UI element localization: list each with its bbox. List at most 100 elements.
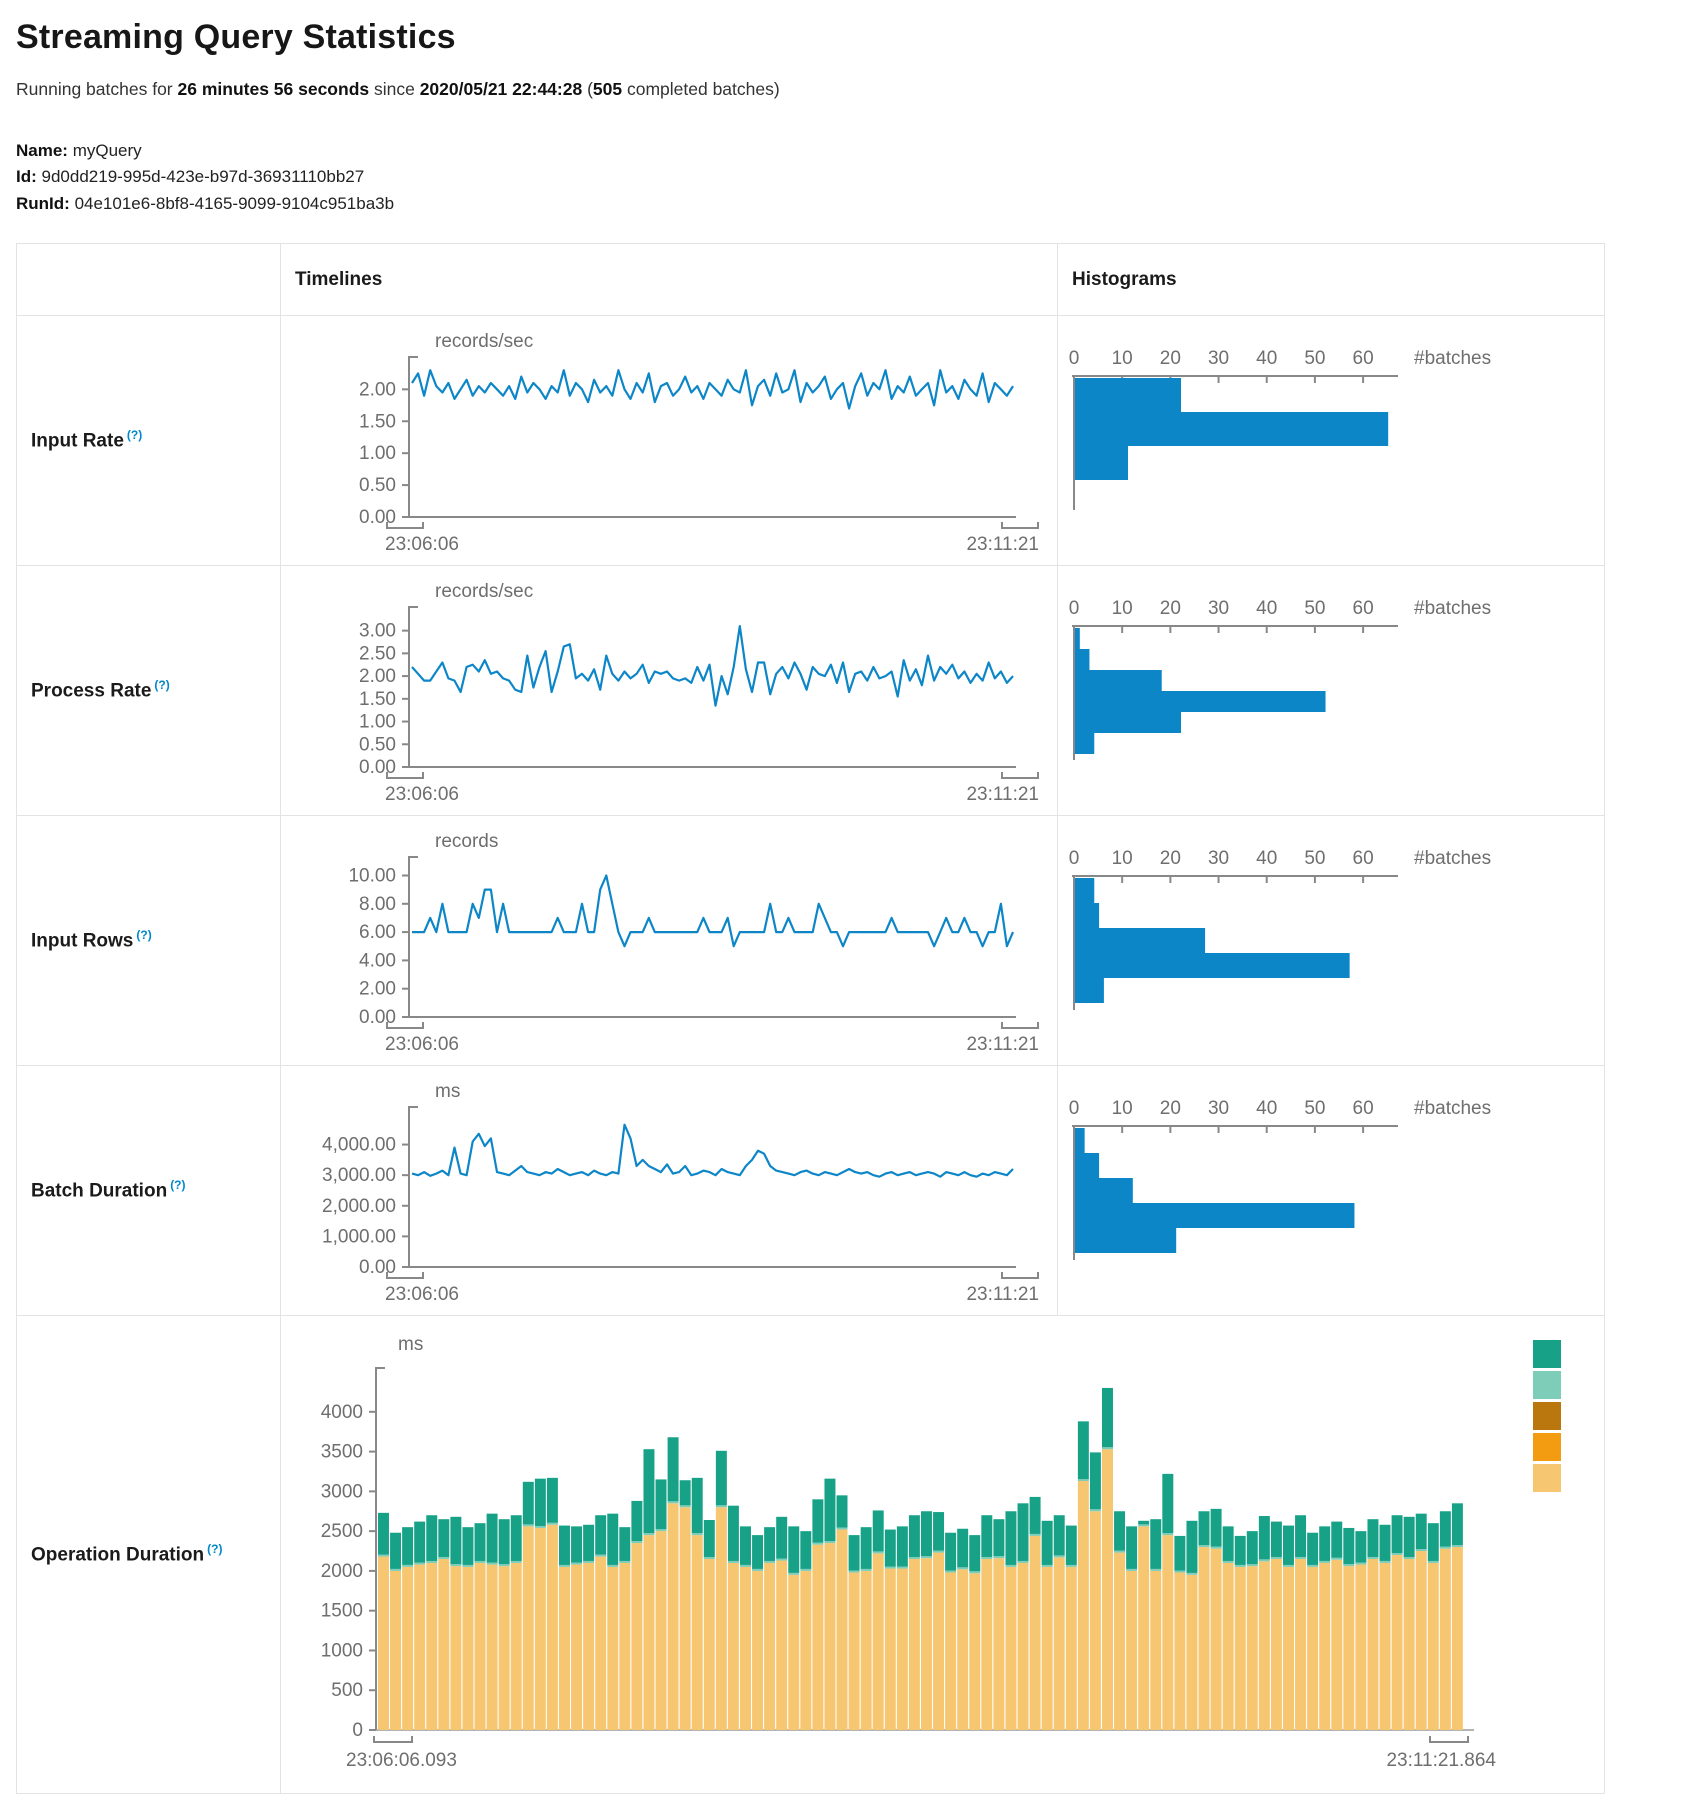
histogram-cell: 0102030405060#batches — [1058, 1066, 1605, 1316]
svg-text:ms: ms — [398, 1334, 423, 1355]
svg-text:20: 20 — [1160, 598, 1181, 619]
svg-text:0.00: 0.00 — [359, 507, 396, 528]
metric-label: Process Rate — [31, 681, 151, 702]
light-teal-swatch — [1533, 1371, 1561, 1399]
svg-text:23:06:06: 23:06:06 — [385, 784, 459, 805]
operation-label: Operation Duration — [31, 1545, 204, 1566]
timelines-header: Timelines — [281, 244, 1058, 316]
page-title: Streaming Query Statistics — [16, 18, 1693, 57]
svg-text:10.00: 10.00 — [348, 865, 396, 886]
svg-text:#batches: #batches — [1414, 1098, 1491, 1119]
svg-text:0.00: 0.00 — [359, 1257, 396, 1278]
timeline-chart: ms4,000.003,000.002,000.001,000.000.0023… — [281, 1071, 1041, 1311]
svg-text:1,000.00: 1,000.00 — [322, 1226, 396, 1247]
svg-text:#batches: #batches — [1414, 348, 1491, 369]
svg-text:500: 500 — [331, 1680, 363, 1701]
timeline-cell: records10.008.006.004.002.000.0023:06:06… — [281, 816, 1058, 1066]
running-prefix: Running batches for — [16, 79, 178, 99]
svg-text:0.50: 0.50 — [359, 734, 396, 755]
svg-text:23:11:21: 23:11:21 — [966, 784, 1039, 805]
metric-row-process-rate: Process Rate(?) records/sec3.002.502.001… — [17, 566, 1605, 816]
teal-swatch — [1533, 1340, 1561, 1368]
svg-text:8.00: 8.00 — [359, 893, 396, 914]
svg-text:#batches: #batches — [1414, 848, 1491, 869]
svg-text:2,000.00: 2,000.00 — [322, 1195, 396, 1216]
svg-text:0: 0 — [1069, 598, 1080, 619]
svg-text:30: 30 — [1208, 848, 1229, 869]
svg-text:60: 60 — [1353, 1098, 1374, 1119]
svg-text:10: 10 — [1112, 1098, 1133, 1119]
query-name-label: Name: — [16, 141, 68, 160]
svg-text:2.50: 2.50 — [359, 643, 396, 664]
svg-text:40: 40 — [1256, 1098, 1277, 1119]
svg-text:records/sec: records/sec — [435, 581, 533, 602]
svg-text:40: 40 — [1256, 348, 1277, 369]
svg-text:3500: 3500 — [321, 1441, 363, 1462]
svg-text:60: 60 — [1353, 848, 1374, 869]
svg-text:0.00: 0.00 — [359, 1007, 396, 1028]
tan-swatch — [1533, 1464, 1561, 1492]
svg-text:1.00: 1.00 — [359, 711, 396, 732]
operation-duration-row: Operation Duration(?) ms 4000 3500 3000 2500… — [17, 1316, 1605, 1794]
header-blank-cell — [17, 244, 281, 316]
help-tooltip-icon[interactable]: (?) — [136, 928, 151, 942]
svg-text:3.00: 3.00 — [359, 620, 396, 641]
metric-label-cell: Input Rate(?) — [17, 316, 281, 566]
histogram-chart: 0102030405060#batches — [1058, 836, 1598, 1046]
orange-swatch — [1533, 1433, 1561, 1461]
running-batches-line: Running batches for 26 minutes 56 second… — [16, 79, 1693, 100]
histogram-chart: 0102030405060#batches — [1058, 586, 1598, 796]
svg-text:23:06:06: 23:06:06 — [385, 1034, 459, 1055]
svg-text:23:06:06.093: 23:06:06.093 — [346, 1750, 457, 1771]
svg-text:1.50: 1.50 — [359, 411, 396, 432]
svg-text:records/sec: records/sec — [435, 331, 533, 352]
svg-text:1000: 1000 — [321, 1640, 363, 1661]
svg-text:0.50: 0.50 — [359, 475, 396, 496]
help-tooltip-icon[interactable]: (?) — [127, 428, 142, 442]
svg-text:1.50: 1.50 — [359, 688, 396, 709]
svg-text:23:06:06: 23:06:06 — [385, 534, 459, 555]
svg-text:1500: 1500 — [321, 1600, 363, 1621]
svg-text:50: 50 — [1304, 848, 1325, 869]
svg-text:20: 20 — [1160, 348, 1181, 369]
timeline-chart: records/sec2.001.501.000.500.0023:06:062… — [281, 321, 1041, 561]
metric-row-input-rows: Input Rows(?) records10.008.006.004.002.… — [17, 816, 1605, 1066]
metric-row-input-rate: Input Rate(?) records/sec2.001.501.000.5… — [17, 316, 1605, 566]
svg-text:records: records — [435, 831, 498, 852]
svg-text:0: 0 — [1069, 848, 1080, 869]
help-tooltip-icon[interactable]: (?) — [207, 1542, 222, 1556]
query-name-value: myQuery — [73, 141, 142, 160]
svg-text:30: 30 — [1208, 348, 1229, 369]
svg-text:23:11:21: 23:11:21 — [966, 1284, 1039, 1305]
svg-text:23:11:21: 23:11:21 — [966, 534, 1039, 555]
dark-gold-swatch — [1533, 1402, 1561, 1430]
histogram-cell: 0102030405060#batches — [1058, 816, 1605, 1066]
svg-text:2500: 2500 — [321, 1521, 363, 1542]
svg-text:4,000.00: 4,000.00 — [322, 1134, 396, 1155]
metric-label: Input Rate — [31, 431, 124, 452]
histogram-cell: 0102030405060#batches — [1058, 566, 1605, 816]
svg-text:20: 20 — [1160, 1098, 1181, 1119]
metric-label-cell: Batch Duration(?) — [17, 1066, 281, 1316]
metric-label: Input Rows — [31, 931, 133, 952]
svg-text:3000: 3000 — [321, 1481, 363, 1502]
help-tooltip-icon[interactable]: (?) — [154, 678, 169, 692]
svg-text:40: 40 — [1256, 598, 1277, 619]
svg-text:60: 60 — [1353, 598, 1374, 619]
svg-text:60: 60 — [1353, 348, 1374, 369]
svg-text:4000: 4000 — [321, 1401, 363, 1422]
metric-label: Batch Duration — [31, 1181, 167, 1202]
svg-text:40: 40 — [1256, 848, 1277, 869]
svg-text:30: 30 — [1208, 598, 1229, 619]
svg-text:50: 50 — [1304, 598, 1325, 619]
histograms-header: Histograms — [1058, 244, 1605, 316]
svg-text:50: 50 — [1304, 348, 1325, 369]
running-start-time: 2020/05/21 22:44:28 — [420, 79, 583, 99]
svg-text:0: 0 — [352, 1720, 363, 1741]
query-runid-value: 04e101e6-8bf8-4165-9099-9104c951ba3b — [75, 194, 395, 213]
help-tooltip-icon[interactable]: (?) — [170, 1178, 185, 1192]
operation-label-cell: Operation Duration(?) — [17, 1316, 281, 1794]
svg-text:ms: ms — [435, 1081, 460, 1102]
running-suffix: completed batches) — [622, 79, 780, 99]
timeline-cell: ms4,000.003,000.002,000.001,000.000.0023… — [281, 1066, 1058, 1316]
